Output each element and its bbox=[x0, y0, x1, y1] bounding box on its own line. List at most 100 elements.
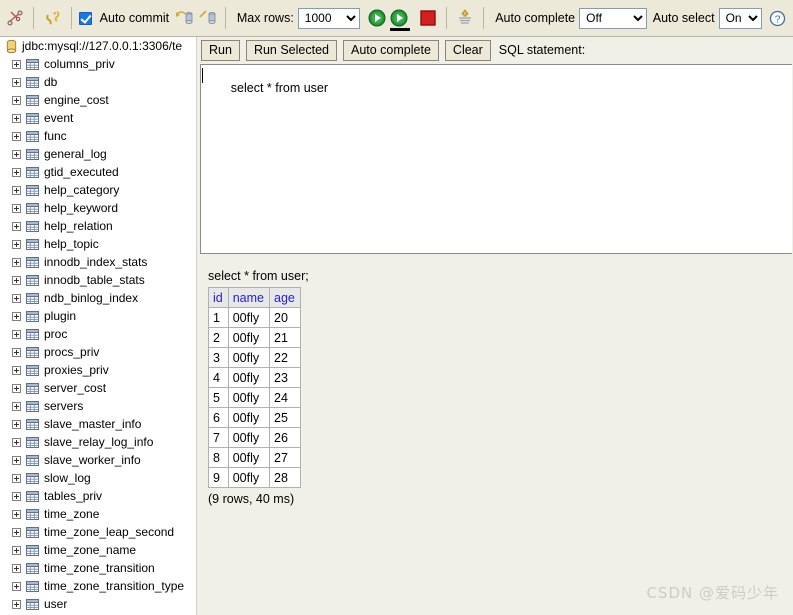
result-cell[interactable]: 27 bbox=[269, 447, 301, 468]
result-column-header[interactable]: age bbox=[269, 287, 301, 308]
stop-icon[interactable] bbox=[417, 6, 439, 30]
tree-expander-icon[interactable] bbox=[12, 563, 21, 573]
sql-editor-text[interactable]: select * from user bbox=[201, 67, 792, 109]
result-row[interactable]: 2 00fly 21 bbox=[208, 327, 301, 348]
max-rows-select[interactable]: 1000 bbox=[297, 7, 360, 29]
result-cell[interactable]: 00fly bbox=[227, 447, 271, 468]
tree-item-event[interactable]: event bbox=[0, 109, 182, 127]
tree-expander-icon[interactable] bbox=[12, 347, 21, 357]
rollback-icon[interactable] bbox=[196, 6, 218, 30]
result-cell[interactable]: 5 bbox=[208, 387, 229, 408]
result-cell[interactable]: 00fly bbox=[227, 407, 271, 428]
tree-expander-icon[interactable] bbox=[12, 275, 21, 285]
tree-expander-icon[interactable] bbox=[12, 473, 21, 483]
tree-expander-icon[interactable] bbox=[12, 383, 21, 393]
tree-expander-icon[interactable] bbox=[12, 455, 21, 465]
tree-expander-icon[interactable] bbox=[12, 185, 21, 195]
result-cell[interactable]: 7 bbox=[208, 427, 229, 448]
help-question-icon[interactable]: ? bbox=[767, 6, 789, 30]
history-icon[interactable] bbox=[454, 6, 476, 30]
tree-expander-icon[interactable] bbox=[12, 365, 21, 375]
tree-expander-icon[interactable] bbox=[12, 221, 21, 231]
tree-expander-icon[interactable] bbox=[12, 527, 21, 537]
tree-item-engine-cost[interactable]: engine_cost bbox=[0, 91, 182, 109]
tree-expander-icon[interactable] bbox=[12, 329, 21, 339]
tree-item-columns-priv[interactable]: columns_priv bbox=[0, 55, 182, 73]
tree-expander-icon[interactable] bbox=[12, 131, 21, 141]
tree-expander-icon[interactable] bbox=[12, 113, 21, 123]
result-cell[interactable]: 00fly bbox=[227, 347, 271, 368]
tree-item-time-zone-name[interactable]: time_zone_name bbox=[0, 541, 182, 559]
tree-item-time-zone-transition[interactable]: time_zone_transition bbox=[0, 559, 182, 577]
result-cell[interactable]: 00fly bbox=[227, 387, 271, 408]
sql-editor[interactable]: select * from user bbox=[200, 64, 792, 254]
result-cell[interactable]: 22 bbox=[269, 347, 301, 368]
tree-item-slave-master-info[interactable]: slave_master_info bbox=[0, 415, 182, 433]
disconnect-icon[interactable] bbox=[4, 6, 26, 30]
result-cell[interactable]: 6 bbox=[208, 407, 229, 428]
result-cell[interactable]: 2 bbox=[208, 327, 229, 348]
run-selected-play-icon[interactable] bbox=[388, 6, 411, 31]
tree-item-innodb-table-stats[interactable]: innodb_table_stats bbox=[0, 271, 182, 289]
tree-item-db[interactable]: db bbox=[0, 73, 182, 91]
result-cell[interactable]: 25 bbox=[269, 407, 301, 428]
tree-expander-icon[interactable] bbox=[12, 491, 21, 501]
tree-item-help-topic[interactable]: help_topic bbox=[0, 235, 182, 253]
result-row[interactable]: 6 00fly 25 bbox=[208, 407, 301, 428]
run-button[interactable]: Run bbox=[201, 39, 240, 61]
tree-expander-icon[interactable] bbox=[12, 509, 21, 519]
tree-expander-icon[interactable] bbox=[12, 401, 21, 411]
tree-item-user[interactable]: user bbox=[0, 595, 182, 613]
tree-expander-icon[interactable] bbox=[12, 599, 21, 609]
result-cell[interactable]: 20 bbox=[269, 307, 301, 328]
tree-item-time-zone-transition-type[interactable]: time_zone_transition_type bbox=[0, 577, 184, 595]
result-row[interactable]: 7 00fly 26 bbox=[208, 427, 301, 448]
tree-expander-icon[interactable] bbox=[12, 545, 21, 555]
result-row[interactable]: 4 00fly 23 bbox=[208, 367, 301, 388]
tree-item-help-category[interactable]: help_category bbox=[0, 181, 182, 199]
result-table[interactable]: id name age 1 00fly 20 2 00fly 21 3 00fly 22 4 00fly… bbox=[208, 287, 301, 488]
tree-item-proc[interactable]: proc bbox=[0, 325, 182, 343]
tree-item-servers[interactable]: servers bbox=[0, 397, 182, 415]
result-cell[interactable]: 8 bbox=[208, 447, 229, 468]
tree-expander-icon[interactable] bbox=[12, 149, 21, 159]
result-cell[interactable]: 28 bbox=[269, 467, 301, 488]
result-cell[interactable]: 00fly bbox=[227, 427, 271, 448]
tree-expander-icon[interactable] bbox=[12, 581, 21, 591]
result-cell[interactable]: 9 bbox=[208, 467, 229, 488]
result-cell[interactable]: 1 bbox=[208, 307, 229, 328]
tree-item-tables-priv[interactable]: tables_priv bbox=[0, 487, 182, 505]
run-play-icon[interactable] bbox=[366, 6, 388, 30]
tree-expander-icon[interactable] bbox=[12, 167, 21, 177]
clear-button[interactable]: Clear bbox=[444, 39, 491, 61]
commit-icon[interactable] bbox=[173, 6, 195, 30]
auto-select-select[interactable]: On bbox=[718, 7, 762, 29]
tree-expander-icon[interactable] bbox=[12, 77, 21, 87]
tree-expander-icon[interactable] bbox=[12, 239, 21, 249]
tree-expander-icon[interactable] bbox=[12, 59, 21, 69]
result-cell[interactable]: 4 bbox=[208, 367, 229, 388]
result-row[interactable]: 1 00fly 20 bbox=[208, 307, 301, 328]
auto-commit-checkbox[interactable]: Auto commit bbox=[78, 11, 173, 25]
result-cell[interactable]: 24 bbox=[269, 387, 301, 408]
result-cell[interactable]: 00fly bbox=[227, 467, 271, 488]
auto-complete-button[interactable]: Auto complete bbox=[343, 39, 439, 61]
tree-expander-icon[interactable] bbox=[12, 257, 21, 267]
tree-expander-icon[interactable] bbox=[12, 311, 21, 321]
tree-item-procs-priv[interactable]: procs_priv bbox=[0, 343, 182, 361]
refresh-icon[interactable] bbox=[41, 6, 63, 30]
tree-item-ndb-binlog-index[interactable]: ndb_binlog_index bbox=[0, 289, 182, 307]
tree-item-general-log[interactable]: general_log bbox=[0, 145, 182, 163]
tree-item-connection-root[interactable]: jdbc:mysql://127.0.0.1:3306/te bbox=[0, 37, 182, 55]
result-cell[interactable]: 23 bbox=[269, 367, 301, 388]
result-cell[interactable]: 3 bbox=[208, 347, 229, 368]
tree-item-help-relation[interactable]: help_relation bbox=[0, 217, 182, 235]
result-cell[interactable]: 00fly bbox=[227, 327, 271, 348]
tree-item-time-zone-leap-second[interactable]: time_zone_leap_second bbox=[0, 523, 182, 541]
result-column-header[interactable]: name bbox=[227, 287, 271, 308]
tree-expander-icon[interactable] bbox=[12, 437, 21, 447]
tree-item-innodb-index-stats[interactable]: innodb_index_stats bbox=[0, 253, 182, 271]
result-cell[interactable]: 00fly bbox=[227, 367, 271, 388]
tree-item-server-cost[interactable]: server_cost bbox=[0, 379, 182, 397]
tree-item-plugin[interactable]: plugin bbox=[0, 307, 182, 325]
